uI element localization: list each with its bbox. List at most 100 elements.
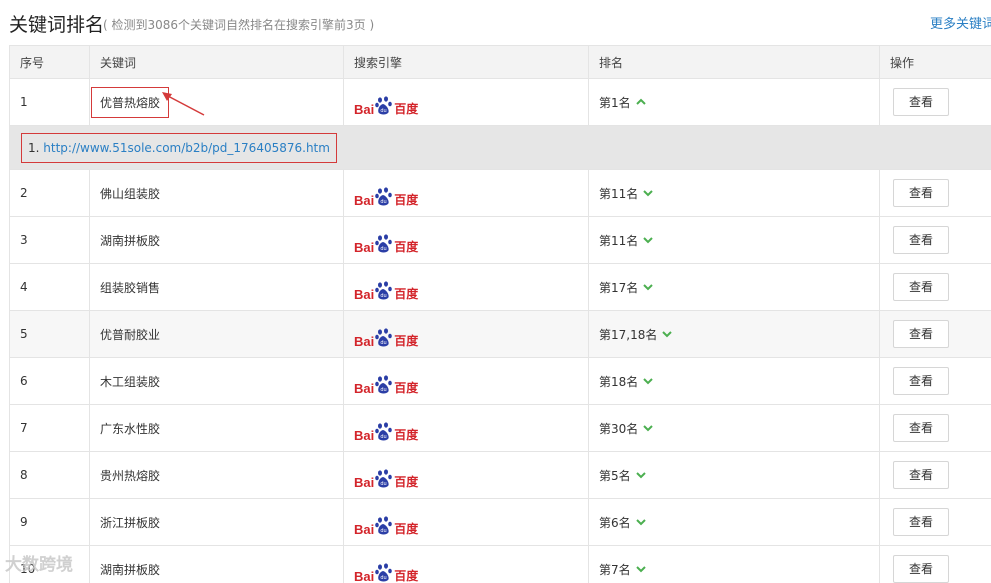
baidu-paw-icon: du <box>375 468 393 487</box>
rank-text: 第11名 <box>599 186 639 201</box>
table-row: 7 广东水性胶 Bai du 百度 第30名 查看 <box>9 404 991 452</box>
rank-cell: 第18名 <box>588 357 880 405</box>
action-cell: 查看 <box>879 263 991 311</box>
engine-cell: Bai du 百度 <box>343 310 589 358</box>
keyword-text: 浙江拼板胶 <box>100 515 161 530</box>
baidu-logo: Bai du 百度 <box>354 94 418 116</box>
engine-cell: Bai du 百度 <box>343 169 589 217</box>
rank-down-icon <box>635 563 647 575</box>
svg-text:du: du <box>381 434 387 440</box>
baidu-paw-icon: du <box>375 95 393 114</box>
view-button[interactable]: 查看 <box>893 320 949 348</box>
view-button[interactable]: 查看 <box>893 226 949 254</box>
keyword-text: 优普耐胶业 <box>100 327 161 342</box>
view-button[interactable]: 查看 <box>893 461 949 489</box>
rank-text: 第18名 <box>599 374 639 389</box>
row-index: 8 <box>9 451 90 499</box>
svg-text:du: du <box>381 481 387 487</box>
keyword-cell: 木工组装胶 <box>89 357 344 405</box>
column-header-keyword: 关键词 <box>89 45 344 79</box>
rank-text: 第17名 <box>599 280 639 295</box>
action-cell: 查看 <box>879 310 991 358</box>
svg-text:du: du <box>381 246 387 252</box>
rank-cell: 第7名 <box>588 545 880 583</box>
svg-text:du: du <box>381 199 387 205</box>
view-button[interactable]: 查看 <box>893 179 949 207</box>
keyword-ranking-table: 序号 关键词 搜索引擎 排名 操作 1 优普热熔胶 Bai du 百度 第1名 查看 1. h… <box>9 45 991 583</box>
row-index: 3 <box>9 216 90 264</box>
baidu-logo: Bai du 百度 <box>354 514 418 536</box>
engine-cell: Bai du 百度 <box>343 451 589 499</box>
keyword-cell: 优普耐胶业 <box>89 310 344 358</box>
page-subtitle: ( 检测到3086个关键词自然排名在搜索引擎前3页 ) <box>103 18 375 32</box>
baidu-logo: Bai du 百度 <box>354 279 418 301</box>
keyword-text: 湖南拼板胶 <box>100 562 161 577</box>
baidu-logo: Bai du 百度 <box>354 185 418 207</box>
keyword-cell: 浙江拼板胶 <box>89 498 344 546</box>
result-url-link[interactable]: http://www.51sole.com/b2b/pd_176405876.h… <box>43 141 330 155</box>
row-index: 1 <box>9 78 90 126</box>
table-row: 3 湖南拼板胶 Bai du 百度 第11名 查看 <box>9 216 991 264</box>
rank-down-icon <box>635 469 647 481</box>
baidu-paw-icon: du <box>375 562 393 581</box>
keyword-cell: 优普热熔胶 <box>89 78 344 126</box>
baidu-logo: Bai du 百度 <box>354 467 418 489</box>
view-button[interactable]: 查看 <box>893 367 949 395</box>
table-row: 8 贵州热熔胶 Bai du 百度 第5名 查看 <box>9 451 991 499</box>
action-cell: 查看 <box>879 498 991 546</box>
baidu-logo: Bai du 百度 <box>354 561 418 583</box>
rank-cell: 第17名 <box>588 263 880 311</box>
rank-text: 第30名 <box>599 421 639 436</box>
row-index: 2 <box>9 169 90 217</box>
keyword-cell: 广东水性胶 <box>89 404 344 452</box>
engine-cell: Bai du 百度 <box>343 545 589 583</box>
view-button[interactable]: 查看 <box>893 508 949 536</box>
page-header: 关键词排名 ( 检测到3086个关键词自然排名在搜索引擎前3页 ) 更多关键词 <box>0 0 991 46</box>
table-row: 5 优普耐胶业 Bai du 百度 第17,18名 查看 <box>9 310 991 358</box>
view-button[interactable]: 查看 <box>893 414 949 442</box>
table-row: 9 浙江拼板胶 Bai du 百度 第6名 查看 <box>9 498 991 546</box>
table-row: 1 优普热熔胶 Bai du 百度 第1名 查看 <box>9 78 991 126</box>
column-header-action: 操作 <box>879 45 991 79</box>
action-cell: 查看 <box>879 169 991 217</box>
baidu-paw-icon: du <box>375 421 393 440</box>
detail-cell: 1. http://www.51sole.com/b2b/pd_17640587… <box>9 125 991 170</box>
engine-cell: Bai du 百度 <box>343 357 589 405</box>
view-button[interactable]: 查看 <box>893 88 949 116</box>
column-header-engine: 搜索引擎 <box>343 45 589 79</box>
table-row: 2 佛山组装胶 Bai du 百度 第11名 查看 <box>9 169 991 217</box>
keyword-text: 木工组装胶 <box>100 374 161 389</box>
rank-cell: 第1名 <box>588 78 880 126</box>
action-cell: 查看 <box>879 404 991 452</box>
baidu-paw-icon: du <box>375 280 393 299</box>
rank-cell: 第5名 <box>588 451 880 499</box>
action-cell: 查看 <box>879 78 991 126</box>
keyword-text: 湖南拼板胶 <box>100 233 161 248</box>
rank-text: 第7名 <box>599 562 631 577</box>
row-index: 6 <box>9 357 90 405</box>
keyword-text: 贵州热熔胶 <box>100 468 161 483</box>
rank-down-icon <box>661 328 673 340</box>
rank-cell: 第17,18名 <box>588 310 880 358</box>
baidu-paw-icon: du <box>375 327 393 346</box>
baidu-paw-icon: du <box>375 186 393 205</box>
rank-text: 第17,18名 <box>599 327 658 342</box>
rank-cell: 第6名 <box>588 498 880 546</box>
view-button[interactable]: 查看 <box>893 273 949 301</box>
rank-down-icon <box>642 234 654 246</box>
url-highlight-box: 1. http://www.51sole.com/b2b/pd_17640587… <box>21 132 337 163</box>
rank-down-icon <box>642 375 654 387</box>
more-keywords-link[interactable]: 更多关键词 <box>930 13 991 32</box>
svg-text:du: du <box>381 528 387 534</box>
keyword-cell: 湖南拼板胶 <box>89 545 344 583</box>
keyword-text: 广东水性胶 <box>100 421 161 436</box>
action-cell: 查看 <box>879 545 991 583</box>
table-header-row: 序号 关键词 搜索引擎 排名 操作 <box>9 45 991 79</box>
svg-text:du: du <box>381 340 387 346</box>
url-prefix: 1. <box>28 140 40 155</box>
column-header-rank: 排名 <box>588 45 880 79</box>
table-row: 4 组装胶销售 Bai du 百度 第17名 查看 <box>9 263 991 311</box>
view-button[interactable]: 查看 <box>893 555 949 583</box>
engine-cell: Bai du 百度 <box>343 263 589 311</box>
row-index: 5 <box>9 310 90 358</box>
